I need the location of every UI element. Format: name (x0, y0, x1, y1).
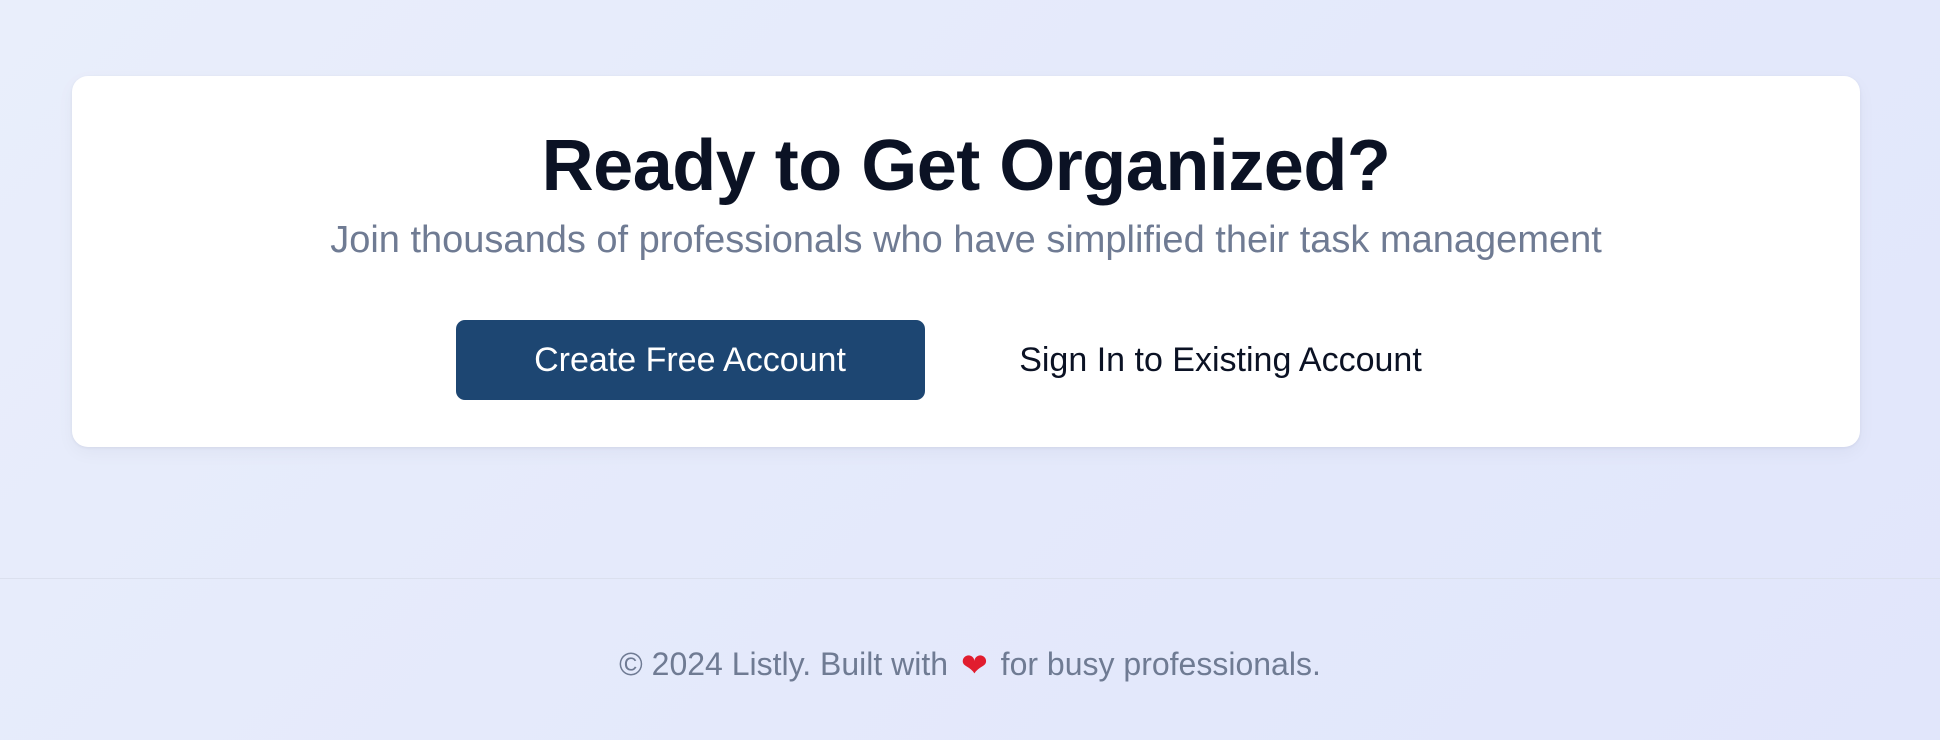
cta-subtitle: Join thousands of professionals who have… (330, 219, 1602, 261)
cta-title: Ready to Get Organized? (541, 126, 1391, 206)
footer-copyright: © 2024 Listly. Built with ❤ for busy pro… (0, 646, 1940, 684)
cta-actions: Create Free Account Sign In to Existing … (72, 320, 1860, 400)
footer-text-after: for busy professionals. (1000, 646, 1321, 682)
cta-card: Ready to Get Organized? Join thousands o… (72, 76, 1860, 447)
footer: © 2024 Listly. Built with ❤ for busy pro… (0, 578, 1940, 740)
footer-text-before: © 2024 Listly. Built with (619, 646, 949, 682)
heart-icon: ❤ (960, 646, 988, 684)
create-account-button[interactable]: Create Free Account (455, 320, 925, 400)
sign-in-button[interactable]: Sign In to Existing Account (965, 320, 1477, 400)
